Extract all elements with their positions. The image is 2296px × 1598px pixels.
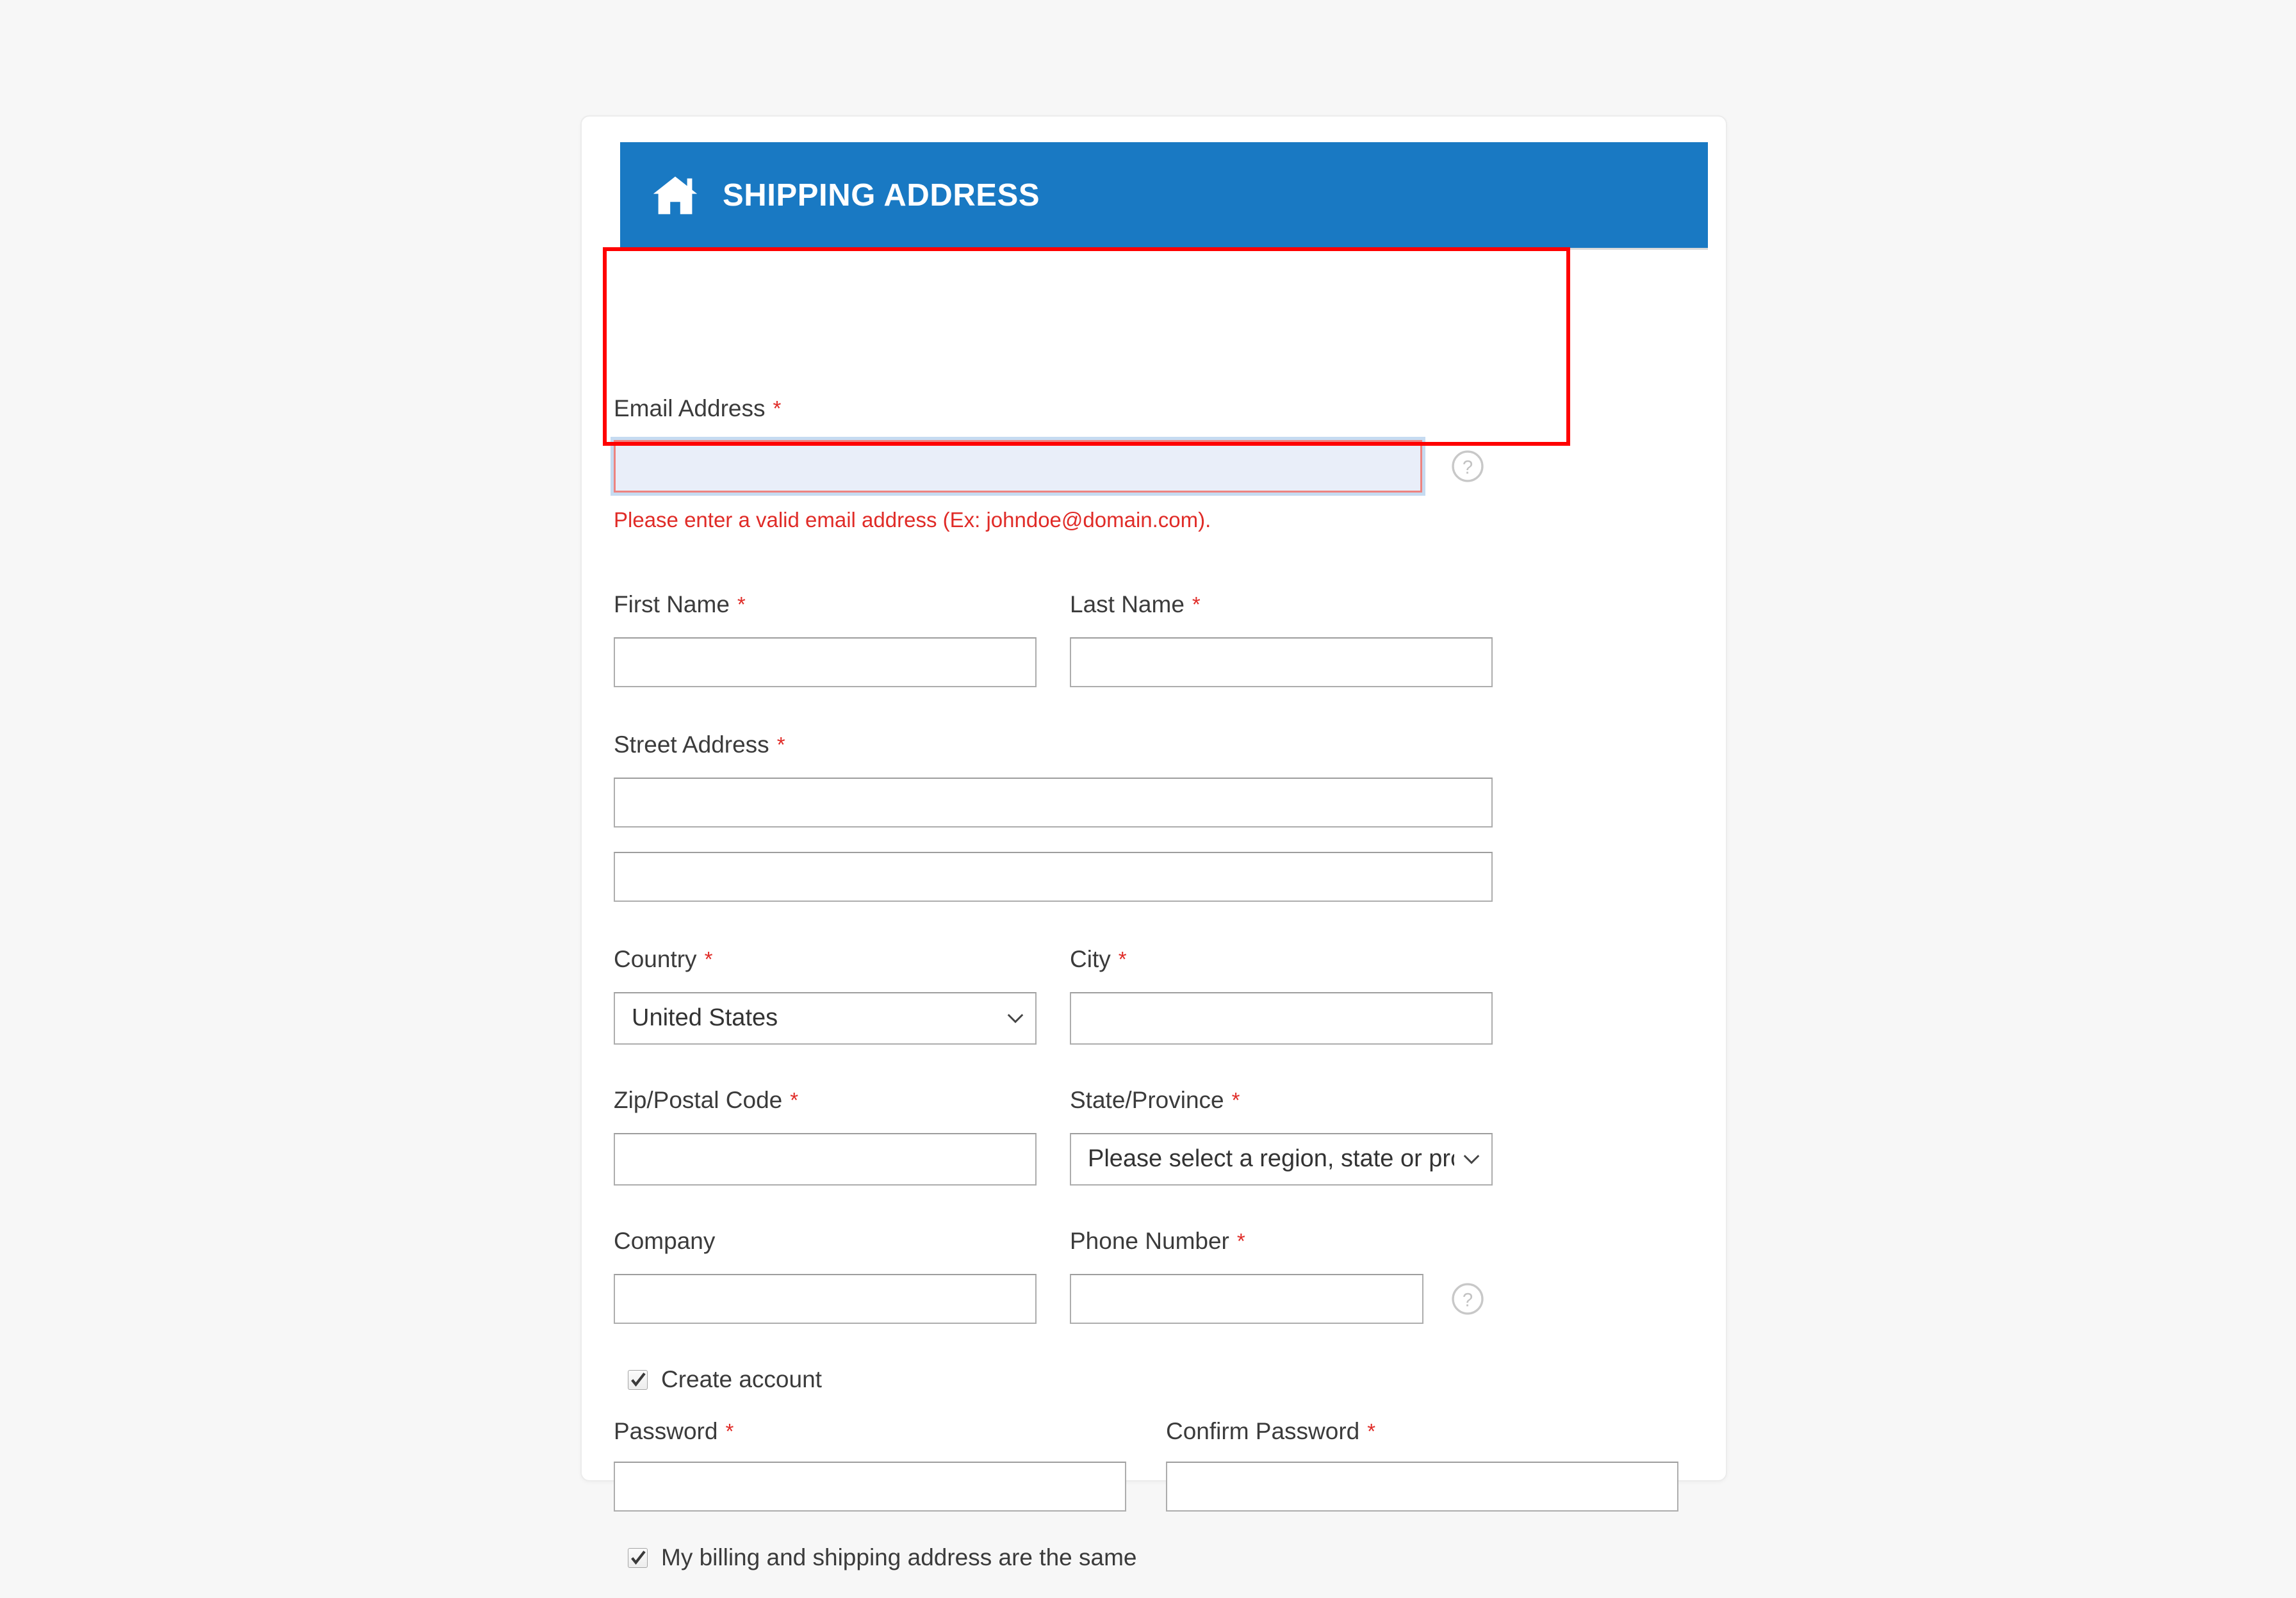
company-group: Company [614,1228,1037,1324]
required-asterisk: * [1118,947,1127,971]
svg-text:?: ? [1463,1290,1473,1310]
state-select[interactable]: Please select a region, state or provinc… [1070,1132,1493,1186]
first-name-input[interactable] [614,637,1037,687]
email-field-group: Email Address * ? Please enter a valid em… [614,395,1485,532]
create-account-label: Create account [661,1366,822,1392]
checkmark-icon [631,1372,646,1387]
panel-header: SHIPPING ADDRESS [620,142,1708,250]
password-label: Password * [614,1418,734,1444]
city-label: City * [1070,946,1127,972]
country-select[interactable]: United States [614,991,1037,1045]
email-label: Email Address * [614,395,782,421]
confirm-password-label: Confirm Password * [1166,1418,1376,1444]
billing-same-checkbox-row[interactable]: My billing and shipping address are the … [628,1544,1136,1571]
required-asterisk: * [1192,592,1201,616]
create-account-checkbox-row[interactable]: Create account [628,1366,822,1393]
page-root: SHIPPING ADDRESS Email Address * ? Please… [0,0,2296,1598]
billing-same-checkbox[interactable] [628,1547,648,1568]
checkmark-icon [631,1550,646,1565]
billing-same-label: My billing and shipping address are the … [661,1544,1137,1570]
question-mark-circle-icon[interactable]: ? [1450,1282,1485,1316]
phone-input[interactable] [1070,1273,1423,1324]
first-name-group: First Name * [614,591,1037,687]
country-label: Country * [614,946,713,972]
create-account-checkbox[interactable] [628,1369,648,1390]
svg-text:?: ? [1463,457,1473,478]
zip-group: Zip/Postal Code * [614,1087,1037,1186]
last-name-group: Last Name * [1070,591,1493,687]
street-address-group: Street Address * [614,731,1493,902]
shipping-address-card: SHIPPING ADDRESS Email Address * ? Please… [580,115,1727,1570]
required-asterisk: * [776,733,785,756]
street-address-label: Street Address * [614,731,785,758]
required-asterisk: * [1236,1229,1245,1253]
phone-group: Phone Number * ? [1070,1228,1485,1324]
state-select-wrap: Please select a region, state or provinc… [1070,1132,1493,1186]
country-group: Country * United States [614,946,1037,1045]
country-select-wrap: United States [614,991,1037,1045]
password-input[interactable] [614,1461,1126,1512]
required-asterisk: * [704,947,713,971]
state-label: State/Province * [1070,1087,1240,1113]
panel-title: SHIPPING ADDRESS [723,177,1040,213]
required-asterisk: * [1231,1088,1240,1112]
last-name-input[interactable] [1070,637,1493,687]
email-input[interactable] [614,439,1422,493]
email-error-message: Please enter a valid email address (Ex: … [614,507,1211,532]
last-name-label: Last Name * [1070,591,1201,617]
required-asterisk: * [790,1088,799,1112]
confirm-password-input[interactable] [1166,1461,1678,1512]
password-group: Password * [614,1418,1126,1512]
street-address-line2-input[interactable] [614,851,1493,902]
confirm-password-group: Confirm Password * [1166,1418,1678,1512]
required-asterisk: * [737,592,746,616]
street-address-line1-input[interactable] [614,777,1493,828]
required-asterisk: * [1367,1419,1376,1443]
zip-input[interactable] [614,1132,1037,1186]
required-asterisk: * [773,396,782,420]
zip-label: Zip/Postal Code * [614,1087,799,1113]
company-label: Company [614,1228,716,1254]
city-input[interactable] [1070,991,1493,1045]
phone-label: Phone Number * [1070,1228,1245,1254]
city-group: City * [1070,946,1493,1045]
state-group: State/Province * Please select a region, … [1070,1087,1493,1186]
company-input[interactable] [614,1273,1037,1324]
first-name-label: First Name * [614,591,746,617]
question-mark-circle-icon[interactable]: ? [1450,449,1485,484]
home-icon [653,176,698,214]
required-asterisk: * [725,1419,734,1443]
